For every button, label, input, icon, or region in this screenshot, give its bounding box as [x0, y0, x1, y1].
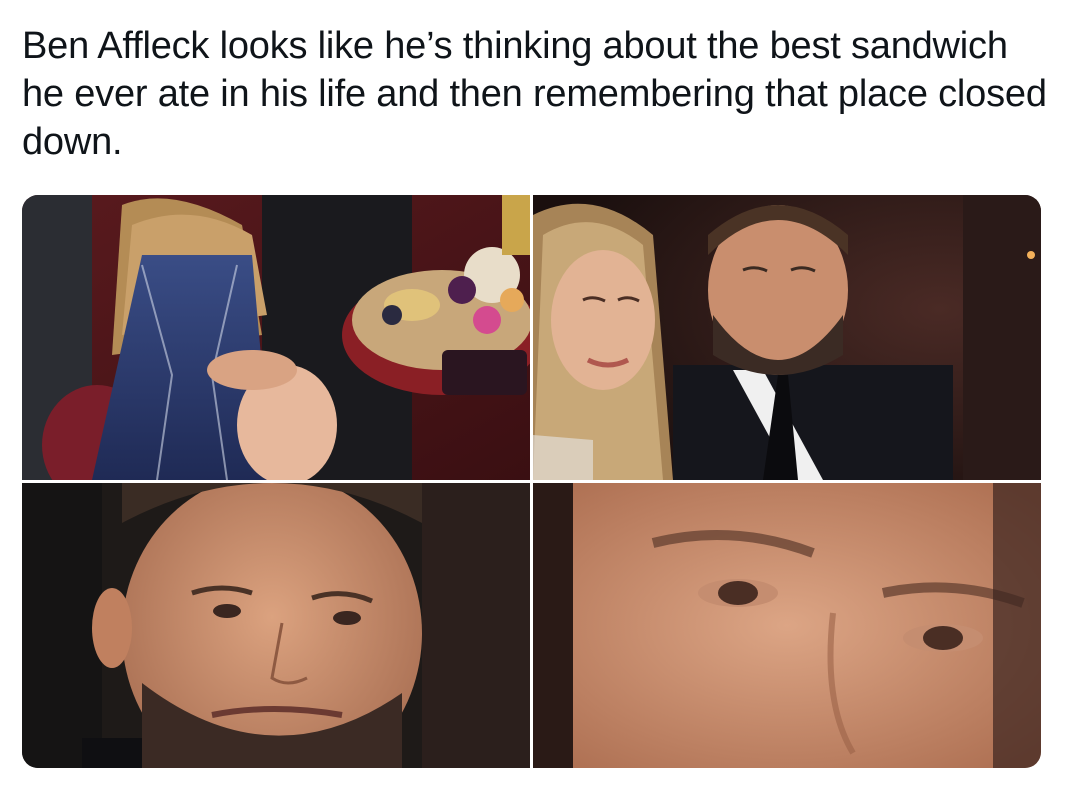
photo-eyes-zoom	[533, 483, 1041, 768]
media-image-1[interactable]	[22, 195, 530, 480]
photo-couple-closeup	[533, 195, 1041, 480]
tweet-text: Ben Affleck looks like he’s thinking abo…	[22, 25, 1047, 163]
media-image-3[interactable]	[22, 483, 530, 768]
photo-face-zoom	[22, 483, 530, 768]
media-image-2[interactable]	[533, 195, 1041, 480]
photo-couple-table	[22, 195, 530, 480]
media-image-4[interactable]	[533, 483, 1041, 768]
media-grid	[22, 195, 1041, 768]
